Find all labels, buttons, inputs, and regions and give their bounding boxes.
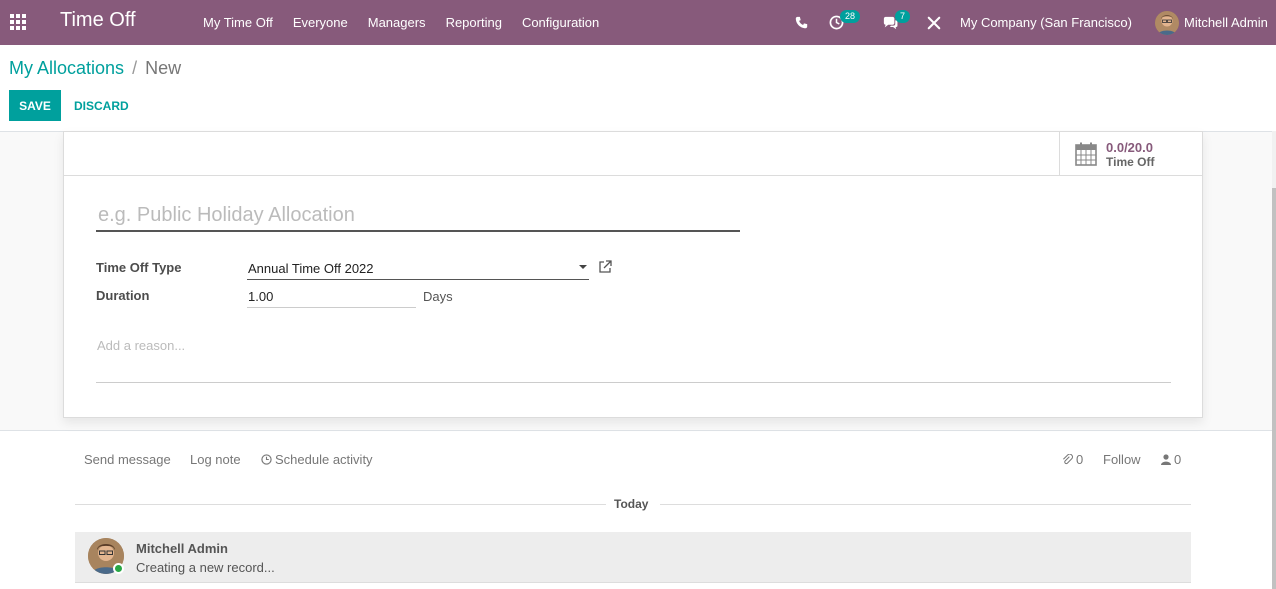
top-navbar: Time Off My Time Off Everyone Managers R… (0, 0, 1276, 45)
time-off-type-value: Annual Time Off 2022 (248, 261, 374, 276)
chevron-down-icon (579, 265, 587, 269)
duration-unit: Days (423, 289, 453, 304)
breadcrumb-separator: / (132, 58, 138, 78)
form-sheet: 0.0/20.0 Time Off Time Off Type Annual T… (63, 131, 1203, 418)
button-box: 0.0/20.0 Time Off (64, 132, 1202, 176)
stat-label: Time Off (1106, 155, 1155, 169)
message-body: Creating a new record... (136, 560, 275, 575)
breadcrumb-my-allocations[interactable]: My Allocations (9, 58, 124, 79)
save-button[interactable]: SAVE (9, 90, 61, 121)
company-switcher[interactable]: My Company (San Francisco) (960, 0, 1132, 45)
time-off-stat-button[interactable]: 0.0/20.0 Time Off (1059, 132, 1202, 175)
debug-tools-icon[interactable] (927, 0, 941, 45)
online-status-dot (113, 563, 124, 574)
log-note-button[interactable]: Log note (190, 452, 241, 467)
phone-icon[interactable] (795, 0, 808, 45)
duration-input[interactable] (247, 285, 416, 308)
menu-item-reporting[interactable]: Reporting (446, 15, 502, 30)
activity-count-badge: 28 (840, 10, 861, 23)
user-icon (1161, 454, 1171, 465)
schedule-activity-label: Schedule activity (275, 452, 373, 467)
attachments-button[interactable]: 0 (1062, 452, 1083, 467)
external-link-icon[interactable] (598, 260, 612, 274)
date-separator: Today (614, 497, 649, 511)
paperclip-icon (1063, 453, 1073, 464)
activity-clock-icon[interactable] (829, 0, 844, 45)
time-off-type-label: Time Off Type (96, 260, 182, 275)
main-menu: My Time Off Everyone Managers Reporting … (203, 0, 619, 45)
user-menu[interactable]: Mitchell Admin (1184, 0, 1268, 45)
message-count-badge: 7 (895, 10, 911, 23)
menu-item-my-time-off[interactable]: My Time Off (203, 15, 273, 30)
menu-item-configuration[interactable]: Configuration (522, 15, 599, 30)
schedule-activity-button[interactable]: Schedule activity (261, 452, 373, 467)
menu-item-everyone[interactable]: Everyone (293, 15, 348, 30)
breadcrumb-current: New (145, 58, 182, 78)
clock-icon (261, 454, 272, 465)
scrollbar-thumb[interactable] (1272, 188, 1276, 589)
time-off-type-select[interactable]: Annual Time Off 2022 (247, 256, 589, 280)
messages-chat-icon[interactable] (882, 0, 898, 45)
user-avatar[interactable] (1155, 0, 1179, 45)
calendar-icon (1075, 142, 1097, 166)
breadcrumb: My Allocations / New (9, 58, 181, 79)
chatter-message: Mitchell Admin Creating a new record... (75, 532, 1191, 583)
app-title[interactable]: Time Off (60, 9, 136, 32)
reason-textarea[interactable] (96, 328, 1171, 383)
followers-button[interactable]: 0 (1161, 452, 1181, 467)
date-divider-right (660, 504, 1191, 505)
menu-item-managers[interactable]: Managers (368, 15, 426, 30)
discard-button[interactable]: DISCARD (66, 90, 137, 121)
send-message-button[interactable]: Send message (84, 452, 171, 467)
followers-count: 0 (1174, 452, 1182, 467)
apps-menu-icon[interactable] (10, 14, 26, 30)
stat-value: 0.0/20.0 (1106, 140, 1153, 155)
date-divider-left (75, 504, 606, 505)
allocation-name-input[interactable] (96, 200, 740, 232)
message-author[interactable]: Mitchell Admin (136, 541, 228, 556)
follow-button[interactable]: Follow (1103, 452, 1141, 467)
duration-label: Duration (96, 288, 150, 303)
attachments-count: 0 (1076, 452, 1084, 467)
